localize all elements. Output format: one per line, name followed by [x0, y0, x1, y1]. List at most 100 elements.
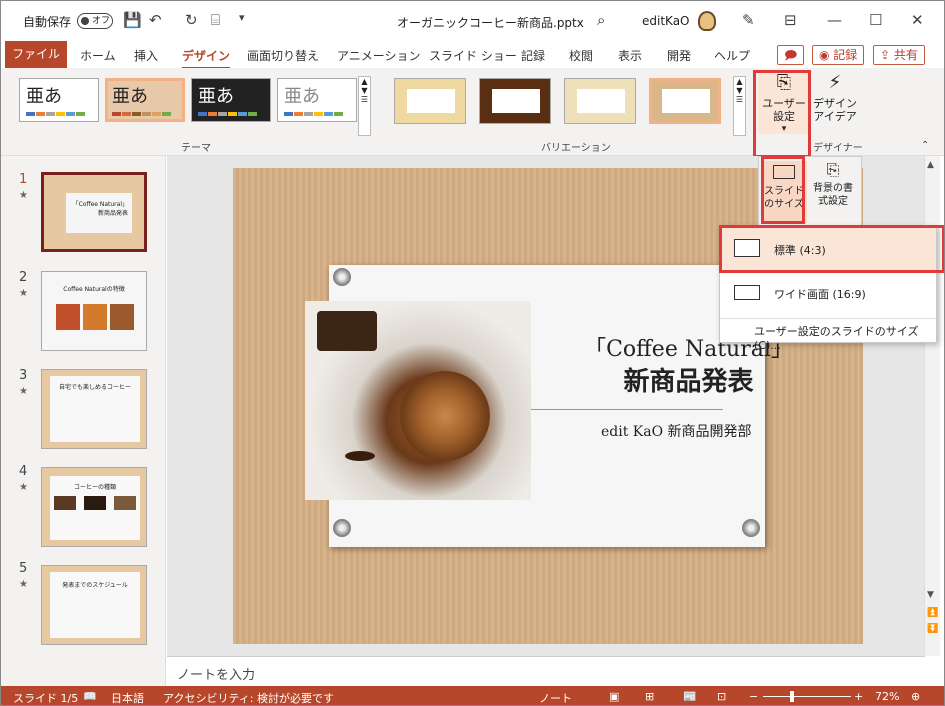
format-background-icon: ⎘: [826, 160, 840, 179]
zoom-level[interactable]: 72%: [875, 690, 899, 703]
ratio-4-3-icon: [734, 239, 760, 257]
ribbon-design: 亜あ 亜あ 亜あ 亜あ ▲ ▼ ☰ テーマ ▲ ▼ ☰ バリエーション ⎘ ユーザー設定…: [1, 68, 944, 156]
zoom-in-icon[interactable]: +: [854, 690, 863, 703]
zoom-slider[interactable]: [763, 696, 851, 697]
thumb-title: 自宅でも楽しめるコーヒー: [50, 376, 140, 442]
slide-thumbnail-2[interactable]: Coffee Naturalの特徴: [41, 271, 147, 351]
accessibility-status[interactable]: アクセシビリティ: 検討が必要です: [163, 690, 334, 705]
collapse-ribbon-icon[interactable]: ⌃: [921, 140, 929, 151]
slide-size-label: スライドのサイズ: [764, 186, 804, 210]
tab-help[interactable]: ヘルプ: [714, 47, 750, 64]
document-title[interactable]: オーガニックコーヒー新商品.pptx: [397, 14, 584, 31]
record-button[interactable]: ◉ 記録: [812, 45, 865, 65]
tab-transitions[interactable]: 画面切り替え: [247, 47, 319, 64]
tab-file[interactable]: ファイル: [5, 41, 67, 68]
theme-wood[interactable]: 亜あ: [105, 78, 185, 122]
minimize-icon[interactable]: —: [827, 11, 842, 29]
variant-2[interactable]: [479, 78, 551, 124]
thumb-number: 4: [19, 464, 28, 479]
slide-thumbnail-1[interactable]: 「Coffee Natural」新商品発表: [41, 172, 147, 252]
thumbnail-pane: 1 ★ 「Coffee Natural」新商品発表 2 ★ Coffee Nat…: [1, 156, 166, 686]
title-bar: 自動保存 オフ 💾 ↶ ↻ ⌸ ▾ オーガニックコーヒー新商品.pptx ⌕ e…: [1, 1, 944, 41]
pen-icon[interactable]: ✎: [742, 11, 755, 29]
star-icon: ★: [19, 386, 28, 397]
save-icon[interactable]: 💾: [123, 11, 142, 29]
book-icon[interactable]: 📖: [83, 690, 97, 703]
close-icon[interactable]: ✕: [911, 11, 924, 29]
tab-insert[interactable]: 挿入: [134, 47, 158, 64]
tab-animations[interactable]: アニメーション: [337, 47, 421, 64]
prev-slide-icon[interactable]: ⏫: [927, 608, 938, 618]
slide-thumbnail-3[interactable]: 自宅でも楽しめるコーヒー: [41, 369, 147, 449]
normal-view-icon[interactable]: ▣: [609, 690, 619, 703]
redo-icon[interactable]: ↻: [185, 11, 198, 29]
format-background-button[interactable]: ⎘ 背景の書式設定: [809, 161, 857, 223]
autosave-toggle[interactable]: オフ: [77, 13, 113, 29]
tab-design[interactable]: デザイン: [182, 47, 231, 70]
slide-title-line2: 新商品発表: [623, 367, 754, 397]
tab-developer[interactable]: 開発: [667, 47, 691, 64]
variant-3[interactable]: [564, 78, 636, 124]
slide-size-button[interactable]: スライドのサイズ: [761, 161, 807, 223]
tab-view[interactable]: 表示: [618, 47, 642, 64]
maximize-icon[interactable]: ☐: [869, 11, 882, 29]
tab-review[interactable]: 校閲: [569, 47, 593, 64]
sorter-view-icon[interactable]: ⊞: [645, 690, 654, 703]
slide-subtitle[interactable]: edit KaO 新商品開発部: [601, 421, 752, 441]
avatar[interactable]: [698, 11, 716, 31]
qat-customize-icon[interactable]: ▾: [239, 11, 245, 24]
tab-home[interactable]: ホーム: [80, 47, 116, 64]
tab-slideshow[interactable]: スライド ショー: [429, 47, 517, 64]
menu-item-custom[interactable]: ユーザー設定のスライドのサイズ(C)...: [720, 320, 936, 352]
menu-item-wide[interactable]: ワイド画面 (16:9): [720, 273, 936, 315]
variants-scroll-icon[interactable]: ▲ ▼ ☰: [733, 76, 746, 136]
zoom-slider-thumb[interactable]: [790, 691, 794, 702]
theme-glyph: 亜あ: [112, 86, 148, 107]
thumb-number: 5: [19, 561, 28, 576]
thumb-title: 発表までのスケジュール: [50, 572, 140, 638]
status-bar: スライド 1/5 📖 日本語 アクセシビリティ: 検討が必要です ノート ▣ ⊞…: [1, 686, 944, 705]
custom-settings-label: ユーザー設定: [762, 97, 806, 123]
slideshow-view-icon[interactable]: ⊡: [717, 690, 726, 703]
search-icon[interactable]: ⌕: [597, 11, 605, 29]
thumb-number: 3: [19, 368, 28, 383]
theme-glyph: 亜あ: [198, 86, 234, 107]
theme-dark[interactable]: 亜あ: [191, 78, 271, 122]
scroll-down-icon[interactable]: ▼: [927, 590, 934, 600]
ribbon-display-icon[interactable]: ⊟: [784, 11, 797, 29]
user-name[interactable]: editKaO: [642, 14, 690, 28]
variant-1[interactable]: [394, 78, 466, 124]
notes-toggle[interactable]: ノート: [539, 690, 572, 705]
wide-label: ワイド画面 (16:9): [774, 288, 866, 301]
designer-group-label: デザイナー: [813, 143, 863, 154]
theme-office[interactable]: 亜あ: [19, 78, 99, 122]
scroll-up-icon[interactable]: ▲: [927, 160, 934, 170]
slide-thumbnail-4[interactable]: コーヒーの種類: [41, 467, 147, 547]
undo-icon[interactable]: ↶: [149, 11, 162, 29]
present-icon[interactable]: ⌸: [211, 11, 220, 29]
tab-record[interactable]: 記録: [521, 47, 545, 64]
star-icon: ★: [19, 579, 28, 590]
slide-size-menu: 標準 (4:3) ワイド画面 (16:9) ユーザー設定のスライドのサイズ(C)…: [719, 226, 937, 352]
next-slide-icon[interactable]: ⏬: [927, 624, 938, 634]
design-ideas-button[interactable]: ⚡ デザイン アイデア: [811, 72, 859, 134]
custom-settings-button[interactable]: ⎘ ユーザー設定 ▾: [758, 72, 810, 134]
reading-view-icon[interactable]: 📰: [683, 690, 697, 703]
comments-icon[interactable]: 🗩: [777, 45, 805, 65]
slide-thumbnail-5[interactable]: 発表までのスケジュール: [41, 565, 147, 645]
language[interactable]: 日本語: [111, 690, 144, 705]
slide-counter: スライド 1/5: [13, 692, 79, 705]
share-button[interactable]: ⇪ 共有: [873, 45, 925, 65]
share-label: 共有: [893, 48, 918, 62]
menu-item-standard[interactable]: 標準 (4:3): [720, 228, 936, 270]
fit-slide-icon[interactable]: ⊕: [911, 690, 920, 703]
themes-scroll-icon[interactable]: ▲ ▼ ☰: [358, 76, 371, 136]
zoom-out-icon[interactable]: −: [749, 690, 758, 703]
theme-light[interactable]: 亜あ: [277, 78, 357, 122]
menu-divider: [720, 318, 936, 319]
star-icon: ★: [19, 482, 28, 493]
variant-4[interactable]: [649, 78, 721, 124]
title-divider: [531, 409, 723, 410]
notes-pane[interactable]: ノートを入力: [167, 656, 925, 686]
coffee-photo[interactable]: [305, 301, 531, 500]
